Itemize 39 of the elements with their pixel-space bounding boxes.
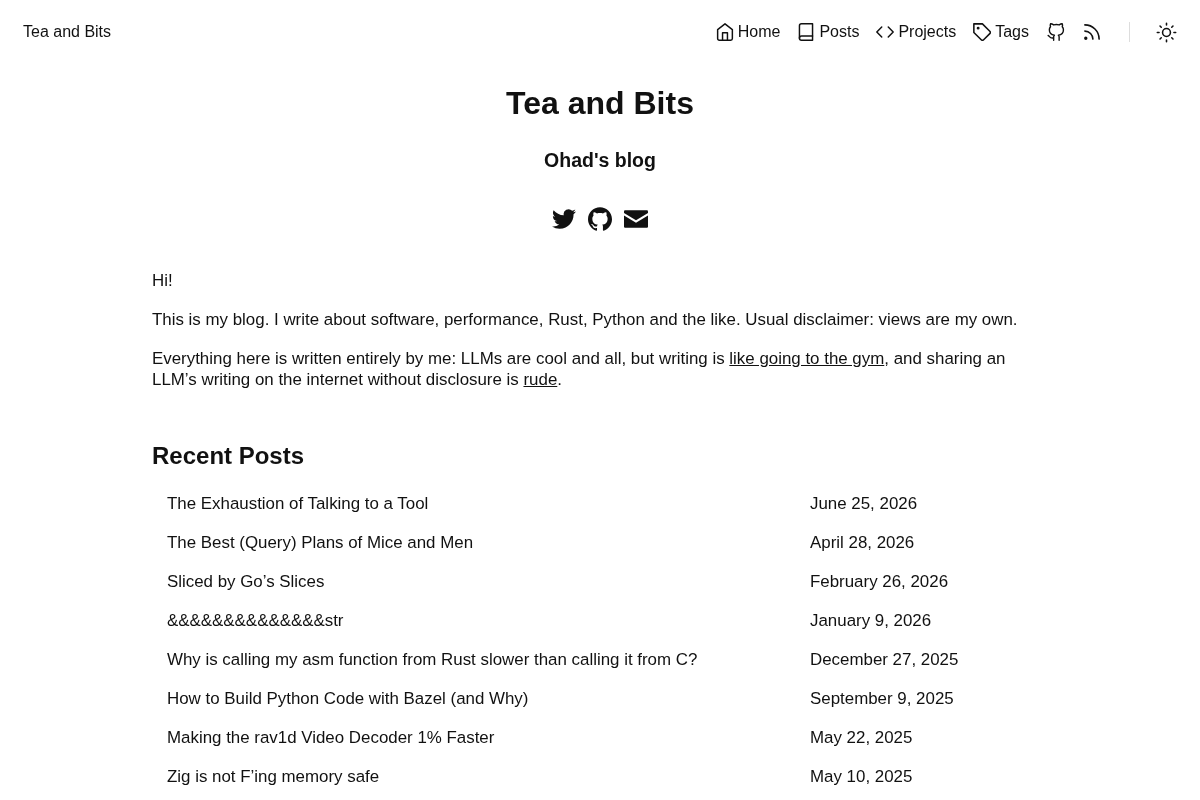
site-title-link[interactable]: Tea and Bits (23, 23, 112, 41)
section-heading: Recent Posts (152, 441, 306, 471)
intro-text: Hi! (152, 270, 174, 291)
nav-link[interactable]: Home (715, 23, 781, 41)
post-date: April 28, 2026 (810, 532, 915, 553)
github-icon[interactable] (1047, 23, 1065, 41)
post-link[interactable]: Zig is not F’ing memory safe (167, 766, 380, 787)
post-date: December 27, 2025 (810, 649, 959, 670)
book-icon (797, 23, 816, 41)
blog-title: Tea and Bits (505, 84, 695, 123)
post-link[interactable]: Why is calling my asm function from Rust slower than calling it from C? (167, 649, 698, 670)
post-date: June 25, 2026 (810, 493, 918, 514)
post-date: May 10, 2025 (810, 766, 913, 787)
nav-link[interactable]: Posts (797, 23, 860, 41)
text-link[interactable]: like going to the gym (729, 349, 885, 368)
post-date: February 26, 2026 (810, 571, 949, 592)
post-link[interactable]: The Best (Query) Plans of Mice and Men (167, 532, 474, 553)
post-link[interactable]: &&&&&&&&&&&&&&str (167, 610, 344, 631)
intro-text: Everything here is written entirely by me: LLMs are cool and all, but writing is like going to the gym, and sharing an LLM’s writing on the internet without disclosure is rude. (152, 348, 1007, 390)
mail-icon[interactable] (624, 210, 648, 228)
post-link[interactable]: Making the rav1d Video Decoder 1% Faster (167, 727, 495, 748)
nav-link[interactable]: Tags (973, 23, 1029, 41)
nav-link[interactable]: Projects (876, 23, 957, 41)
rss-icon[interactable] (1084, 24, 1100, 40)
post-link[interactable]: The Exhaustion of Talking to a Tool (167, 493, 429, 514)
sun-icon[interactable] (1156, 21, 1177, 43)
blog-subtitle: Ohad's blog (543, 148, 657, 172)
tag-icon (973, 23, 992, 41)
post-link[interactable]: How to Build Python Code with Bazel (and Why) (167, 688, 529, 709)
code-icon (876, 23, 895, 41)
post-date: September 9, 2025 (810, 688, 954, 709)
bird-icon[interactable] (552, 209, 576, 229)
post-date: May 22, 2025 (810, 727, 913, 748)
home-icon (715, 23, 734, 41)
intro-text: This is my blog. I write about software, performance, Rust, Python and the like. Usual disclaimer: views are my own. (152, 309, 1019, 330)
post-date: January 9, 2026 (810, 610, 932, 631)
text-link[interactable]: rude (523, 370, 558, 389)
post-link[interactable]: Sliced by Go’s Slices (167, 571, 325, 592)
github-icon[interactable] (588, 207, 612, 231)
